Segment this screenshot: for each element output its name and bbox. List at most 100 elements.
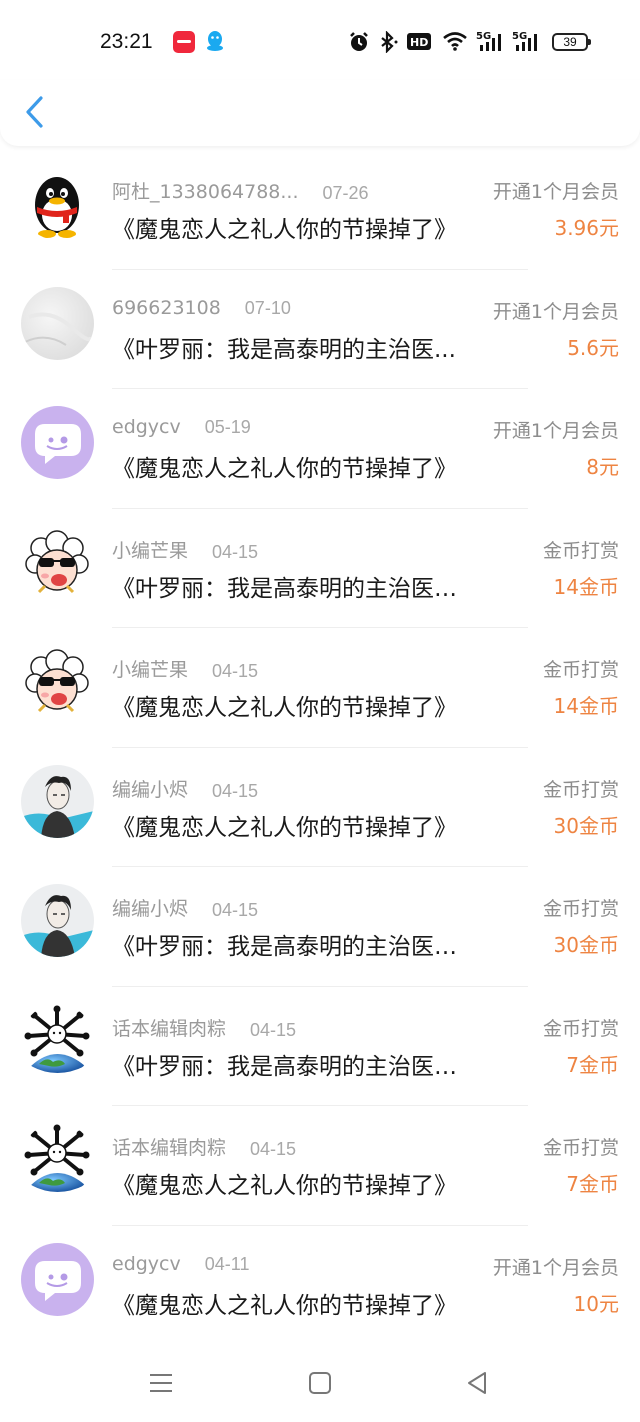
book-title: 《魔鬼恋人之礼人你的节操掉了》: [112, 695, 457, 721]
alarm-icon: [350, 32, 368, 51]
record-date: 05-19: [204, 417, 251, 437]
record-type: 金币打赏: [542, 898, 619, 920]
avatar[interactable]: [21, 764, 94, 838]
record-row[interactable]: edgycv 05-19 《魔鬼恋人之礼人你的节操掉了》 开通1个月会员 8元: [0, 389, 640, 509]
avatar[interactable]: [21, 286, 94, 360]
record-type: 金币打赏: [542, 659, 619, 681]
record-amount: 30金币: [553, 933, 619, 957]
record-row[interactable]: 小编芒果 04-15 《叶罗丽：我是高泰明的主治医生》 金币打赏 14金币: [0, 509, 640, 628]
record-type: 开通1个月会员: [492, 181, 619, 203]
svg-text:5G: 5G: [512, 31, 527, 42]
5g-signal-icon: 5G: [476, 31, 501, 51]
avatar[interactable]: [21, 884, 94, 957]
top-nav-bar: [0, 80, 640, 146]
record-amount: 5.6元: [567, 335, 619, 360]
record-row[interactable]: 话本编辑肉粽 04-15 《叶罗丽：我是高泰明的主治医生》 金币打赏 7金币: [0, 987, 640, 1106]
record-row[interactable]: 696623108 07-10 《叶罗丽：我是高泰明的主治医... 开通1个月会员 5.…: [0, 270, 640, 389]
battery-indicator: 39: [552, 33, 591, 51]
avatar[interactable]: [21, 645, 94, 718]
avatar[interactable]: [21, 1242, 94, 1316]
record-amount: 30金币: [553, 813, 619, 838]
user-name[interactable]: 小编芒果: [112, 655, 188, 682]
record-row[interactable]: 阿杜_1338064788... 07-26 《魔鬼恋人之礼人你的节操掉了》 开通1个…: [0, 150, 640, 270]
user-meta: edgycv 05-19: [112, 416, 251, 438]
record-type: 金币打赏: [542, 1017, 619, 1040]
xiaohongshu-app-icon: [173, 31, 195, 53]
user-name[interactable]: 阿杜_1338064788...: [112, 177, 299, 204]
avatar[interactable]: [21, 1123, 94, 1196]
record-row[interactable]: edgycv 04-11 《魔鬼恋人之礼人你的节操掉了》 开通1个月会员 10元: [0, 1226, 640, 1345]
user-name[interactable]: 话本编辑肉粽: [112, 1014, 226, 1041]
record-date: 04-15: [250, 1019, 297, 1040]
menu-icon[interactable]: [148, 1370, 174, 1396]
record-date: 04-15: [250, 1139, 297, 1159]
system-nav-bar: [0, 1344, 640, 1422]
user-meta: 696623108 07-10: [112, 297, 291, 319]
record-row[interactable]: 编编小烬 04-15 《魔鬼恋人之礼人你的节操掉了》 金币打赏 30金币: [0, 748, 640, 867]
record-amount: 14金币: [553, 694, 619, 718]
record-amount: 7金币: [566, 1172, 619, 1196]
user-meta: 小编芒果 04-15: [112, 655, 258, 682]
book-title: 《叶罗丽：我是高泰明的主治医生》: [112, 1053, 474, 1080]
avatar[interactable]: [21, 406, 94, 479]
user-name[interactable]: 话本编辑肉粽: [112, 1133, 226, 1160]
record-type: 金币打赏: [542, 1137, 619, 1159]
user-meta: 编编小烬 04-15: [112, 894, 258, 921]
record-row[interactable]: 编编小烬 04-15 《叶罗丽：我是高泰明的主治医生》 金币打赏 30金币: [0, 867, 640, 987]
record-amount: 7金币: [566, 1052, 619, 1077]
square-home-icon[interactable]: [307, 1370, 333, 1396]
qq-app-icon: [207, 31, 223, 51]
status-bar: 23:21 HD 5G 5G 39: [0, 0, 640, 80]
record-type: 开通1个月会员: [492, 1256, 619, 1279]
record-type: 金币打赏: [542, 778, 619, 801]
hd-icon: HD: [407, 33, 431, 50]
record-date: 04-15: [212, 900, 259, 920]
record-row[interactable]: 小编芒果 04-15 《魔鬼恋人之礼人你的节操掉了》 金币打赏 14金币: [0, 628, 640, 748]
book-title: 《魔鬼恋人之礼人你的节操掉了》: [112, 217, 457, 243]
record-row[interactable]: 话本编辑肉粽 04-15 《魔鬼恋人之礼人你的节操掉了》 金币打赏 7金币: [0, 1106, 640, 1226]
record-amount: 8元: [586, 455, 619, 479]
svg-text:HD: HD: [410, 36, 428, 49]
book-title: 《魔鬼恋人之礼人你的节操掉了》: [112, 456, 457, 482]
record-amount: 14金币: [553, 574, 619, 599]
book-title: 《叶罗丽：我是高泰明的主治医生》: [112, 575, 474, 602]
book-title: 《魔鬼恋人之礼人你的节操掉了》: [112, 1173, 457, 1199]
user-name[interactable]: 编编小烬: [112, 894, 188, 921]
record-type: 开通1个月会员: [492, 420, 619, 442]
user-meta: 小编芒果 04-15: [112, 536, 258, 563]
5g-signal-icon: 5G: [512, 31, 537, 51]
book-title: 《魔鬼恋人之礼人你的节操掉了》: [112, 1292, 457, 1319]
book-title: 《叶罗丽：我是高泰明的主治医...: [112, 336, 456, 363]
svg-text:5G: 5G: [476, 31, 491, 42]
status-time: 23:21: [100, 30, 153, 53]
record-type: 金币打赏: [542, 539, 619, 562]
record-date: 04-15: [212, 661, 259, 681]
record-type: 开通1个月会员: [492, 300, 619, 323]
triangle-back-icon[interactable]: [465, 1370, 491, 1396]
user-meta: 阿杜_1338064788... 07-26: [112, 177, 369, 204]
user-meta: 话本编辑肉粽 04-15: [112, 1014, 296, 1041]
bluetooth-icon: [381, 31, 398, 53]
chevron-left-icon[interactable]: [20, 94, 50, 130]
avatar[interactable]: [21, 525, 94, 599]
record-amount: 3.96元: [554, 216, 619, 240]
book-title: 《叶罗丽：我是高泰明的主治医生》: [112, 934, 474, 960]
avatar[interactable]: [21, 1003, 94, 1077]
user-name[interactable]: edgycv: [112, 1253, 181, 1275]
avatar[interactable]: [21, 167, 94, 240]
reward-record-list: 阿杜_1338064788... 07-26 《魔鬼恋人之礼人你的节操掉了》 开通1个…: [0, 150, 640, 1345]
user-meta: edgycv 04-11: [112, 1253, 249, 1275]
user-name[interactable]: 696623108: [112, 297, 221, 319]
user-name[interactable]: 编编小烬: [112, 775, 188, 802]
user-name[interactable]: 小编芒果: [112, 536, 188, 563]
book-title: 《魔鬼恋人之礼人你的节操掉了》: [112, 814, 457, 841]
record-date: 07-26: [322, 183, 369, 203]
wifi-icon: [443, 32, 467, 51]
record-date: 07-10: [244, 297, 291, 318]
user-name[interactable]: edgycv: [112, 416, 181, 438]
record-date: 04-15: [212, 541, 259, 562]
record-amount: 10元: [573, 1291, 619, 1316]
user-meta: 编编小烬 04-15: [112, 775, 258, 802]
record-date: 04-11: [204, 1253, 250, 1274]
user-meta: 话本编辑肉粽 04-15: [112, 1133, 296, 1160]
